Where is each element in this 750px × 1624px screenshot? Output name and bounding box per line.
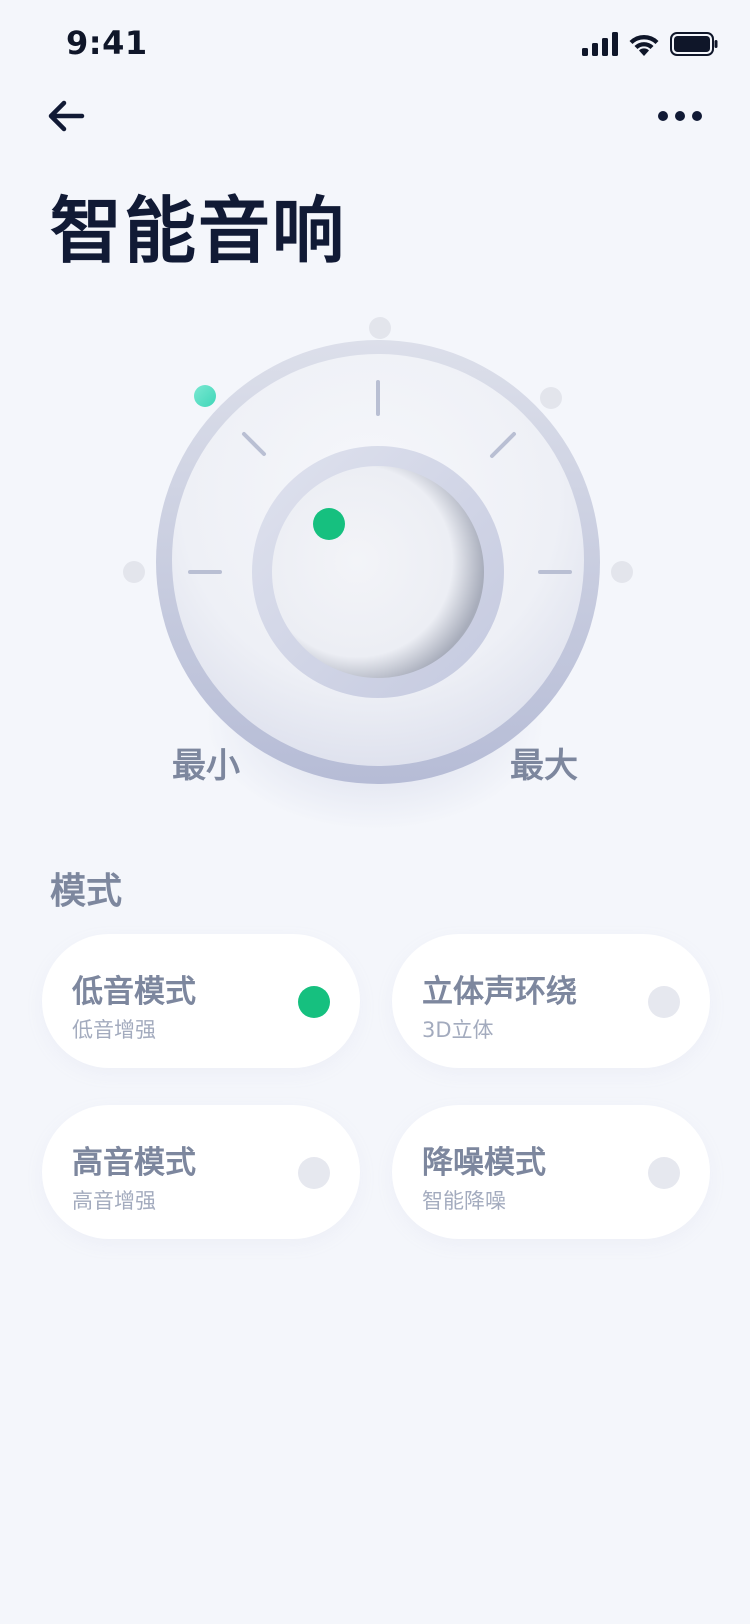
mode-unselected-indicator bbox=[648, 1157, 680, 1189]
knob-pointer-dot bbox=[313, 508, 345, 540]
mode-unselected-indicator bbox=[648, 986, 680, 1018]
mode-title: 低音模式 bbox=[72, 974, 196, 1010]
knob-max-label: 最大 bbox=[510, 746, 578, 786]
mode-unselected-indicator bbox=[298, 1157, 330, 1189]
mode-card-treble[interactable]: 高音模式 高音增强 bbox=[42, 1105, 360, 1239]
volume-knob[interactable] bbox=[0, 290, 750, 850]
page-title: 智能音响 bbox=[50, 189, 347, 273]
knob-min-label: 最小 bbox=[172, 746, 240, 786]
arrow-left-icon bbox=[48, 100, 85, 132]
mode-card-noise-reduction[interactable]: 降噪模式 智能降噪 bbox=[392, 1105, 710, 1239]
mode-title: 立体声环绕 bbox=[422, 974, 577, 1010]
battery-icon bbox=[670, 32, 718, 56]
status-bar: 9:41 bbox=[0, 0, 750, 90]
mode-card-stereo[interactable]: 立体声环绕 3D立体 bbox=[392, 934, 710, 1068]
mode-selected-indicator bbox=[298, 986, 330, 1018]
mode-card-bass[interactable]: 低音模式 低音增强 bbox=[42, 934, 360, 1068]
level-dot bbox=[540, 387, 562, 409]
more-dots-icon bbox=[658, 111, 702, 121]
more-button[interactable] bbox=[656, 100, 704, 132]
level-dot bbox=[123, 561, 145, 583]
level-dot bbox=[194, 385, 216, 407]
cellular-signal-icon bbox=[582, 32, 618, 56]
status-icons bbox=[582, 32, 718, 56]
mode-title: 高音模式 bbox=[72, 1145, 196, 1181]
mode-title: 降噪模式 bbox=[422, 1145, 546, 1181]
mode-subtitle: 智能降噪 bbox=[422, 1189, 506, 1213]
mode-subtitle: 低音增强 bbox=[72, 1018, 156, 1042]
knob-dial[interactable] bbox=[272, 466, 484, 678]
level-dot bbox=[369, 317, 391, 339]
back-button[interactable] bbox=[44, 94, 88, 138]
level-dot bbox=[611, 561, 633, 583]
volume-knob-area: 最小 最大 bbox=[0, 290, 750, 850]
modes-section-title: 模式 bbox=[50, 871, 123, 912]
wifi-icon bbox=[629, 34, 659, 56]
status-time: 9:41 bbox=[66, 24, 148, 62]
mode-subtitle: 3D立体 bbox=[422, 1018, 494, 1042]
mode-subtitle: 高音增强 bbox=[72, 1189, 156, 1213]
